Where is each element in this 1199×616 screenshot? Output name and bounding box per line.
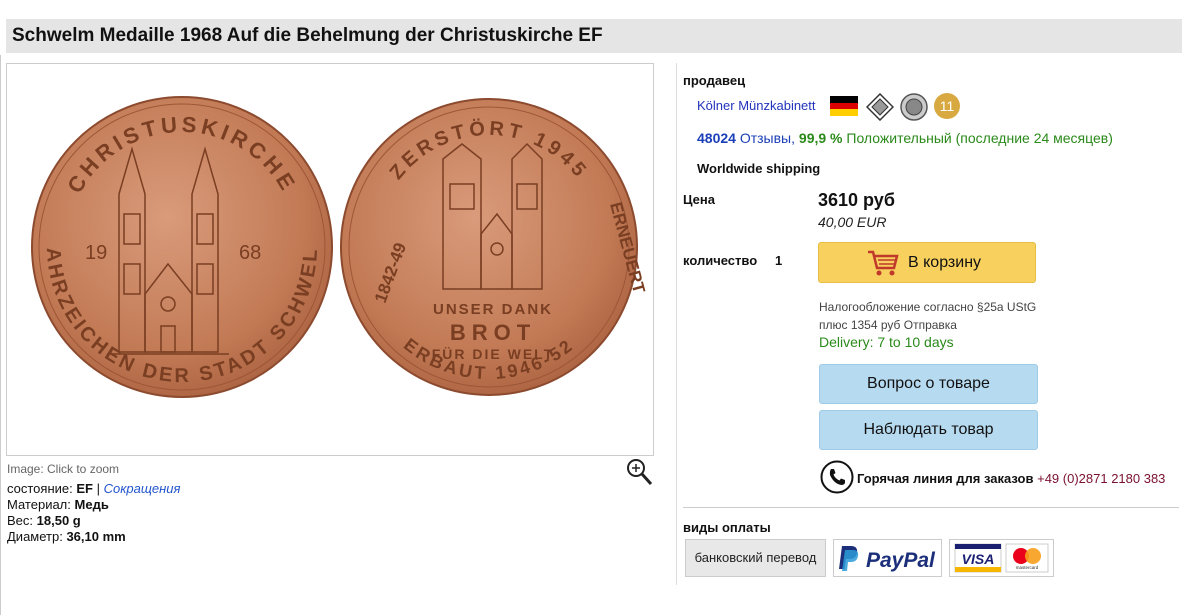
reverse-center-line1: UNSER DANK	[433, 301, 553, 318]
hotline-label: Горячая линия для заказов	[857, 471, 1034, 486]
seller-name-link[interactable]: Kölner Münzkabinett	[697, 98, 816, 113]
phone-icon	[820, 460, 854, 494]
left-edge-border	[0, 55, 5, 615]
coin-reverse: ZERSTÖRT 1945 ERBAUT 1946-52 1842-49 ERN…	[340, 98, 649, 396]
obverse-year-right: 68	[239, 242, 261, 264]
abbreviations-link[interactable]: Сокращения	[104, 481, 181, 496]
ask-question-button[interactable]: Вопрос о товаре	[819, 364, 1038, 404]
seller-feedback[interactable]: 48024 Отзывы, 99,9 % Положительный (посл…	[697, 130, 1113, 146]
visa-logo: VISA	[962, 551, 995, 567]
paypal-logo: PayPal	[839, 546, 936, 572]
svg-text:PayPal: PayPal	[866, 549, 936, 572]
germany-flag-icon	[830, 96, 858, 116]
shopping-cart-icon	[868, 250, 899, 276]
coin-obverse: CHRISTUSKIRCHE WAHRZEICHEN DER STADT SCH…	[7, 64, 333, 398]
obverse-year-left: 19	[85, 242, 107, 264]
attributes-list: состояние: EF | Сокращения Материал: Мед…	[7, 481, 180, 545]
horizontal-divider	[683, 507, 1179, 508]
feedback-word: Отзывы,	[739, 130, 796, 146]
hotline-number[interactable]: +49 (0)2871 2180 383	[1037, 471, 1165, 486]
image-caption: Image: Click to zoom	[7, 462, 120, 476]
price-eur: 40,00 EUR	[818, 214, 887, 230]
title-bar: Schwelm Medaille 1968 Auf die Behelmung …	[6, 19, 1182, 53]
attr-condition: состояние: EF | Сокращения	[7, 481, 181, 496]
attr-weight: Вес: 18,50 g	[7, 513, 81, 528]
delivery-time: Delivery: 7 to 10 days	[819, 334, 954, 350]
feedback-count: 48024	[697, 130, 736, 146]
product-image[interactable]: CHRISTUSKIRCHE WAHRZEICHEN DER STADT SCH…	[6, 63, 654, 456]
positive-percentage: 99,9 %	[798, 130, 843, 146]
paypal-option: PayPal	[833, 539, 942, 577]
card-options: VISA mastercard	[949, 539, 1054, 577]
positive-text: Положительный (последние 24 месяцев)	[846, 130, 1113, 146]
price-label: Цена	[683, 192, 715, 207]
association-badge-icon	[866, 93, 894, 121]
reverse-center-line2: BROT	[450, 320, 536, 345]
attr-diameter: Диаметр: 36,10 mm	[7, 529, 126, 544]
condition-value: EF	[76, 481, 93, 496]
reverse-center-line3: FÜR DIE WELT	[432, 346, 555, 362]
add-to-cart-button[interactable]: В корзину	[818, 242, 1036, 283]
seller-label: продавец	[683, 73, 746, 88]
page-title: Schwelm Medaille 1968 Auf die Behelmung …	[12, 25, 603, 46]
seal-badge-icon	[900, 93, 928, 121]
card-logos: VISA mastercard	[954, 543, 1049, 573]
seller-badge-count: 11	[934, 93, 960, 119]
watch-item-button[interactable]: Наблюдать товар	[819, 410, 1038, 450]
payment-label: виды оплаты	[683, 520, 771, 535]
quantity-label: количество	[683, 253, 758, 268]
price-main: 3610 руб	[818, 190, 895, 210]
attr-material: Материал: Медь	[7, 497, 109, 512]
add-to-cart-label: В корзину	[908, 254, 982, 271]
tax-info: Налогообложение согласно §25a UStG плюс …	[819, 300, 1037, 332]
quantity-value[interactable]: 1	[775, 253, 782, 268]
zoom-icon[interactable]	[625, 457, 653, 487]
shipping-info: Worldwide shipping	[697, 161, 821, 176]
mastercard-logo: mastercard	[1016, 565, 1039, 570]
vertical-divider	[676, 63, 677, 585]
bank-transfer-option: банковский перевод	[685, 539, 826, 577]
